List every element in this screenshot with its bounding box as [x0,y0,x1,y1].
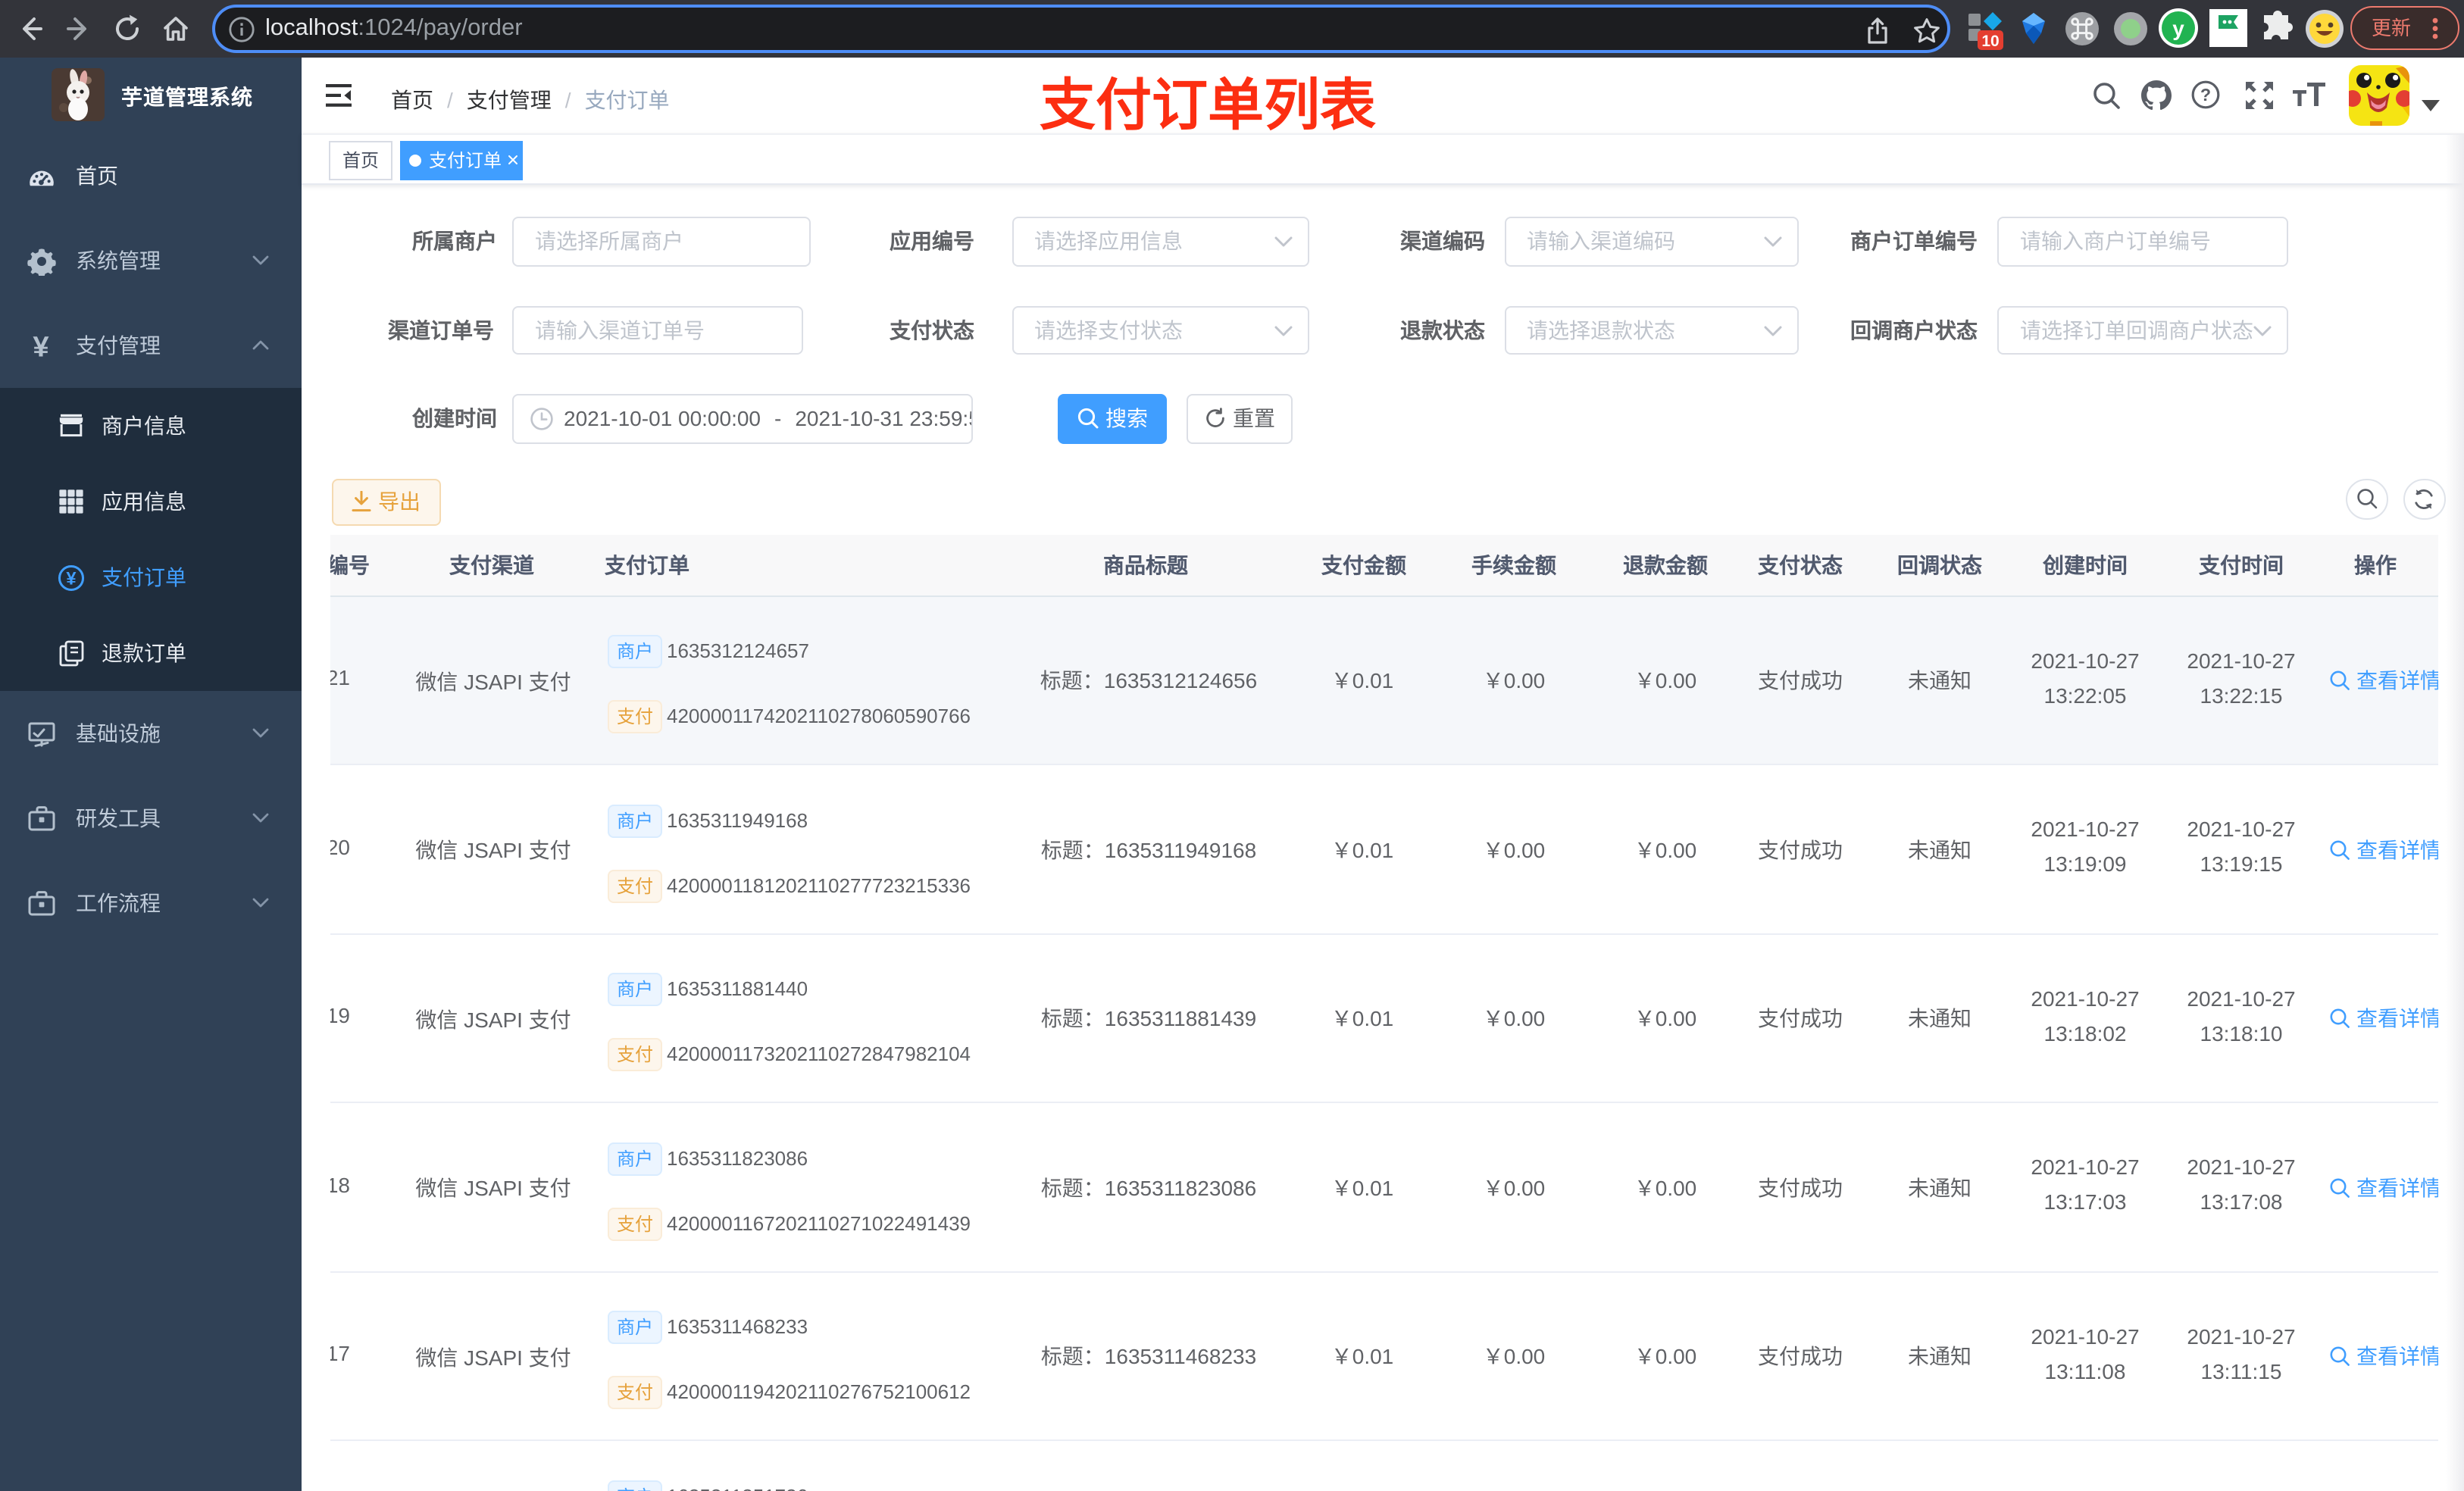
svg-text:y: y [2172,17,2184,40]
svg-text:10: 10 [1981,33,1999,50]
svg-text:¥: ¥ [33,331,49,362]
svg-text:¥: ¥ [66,569,77,589]
svg-text:?: ? [2200,85,2211,105]
